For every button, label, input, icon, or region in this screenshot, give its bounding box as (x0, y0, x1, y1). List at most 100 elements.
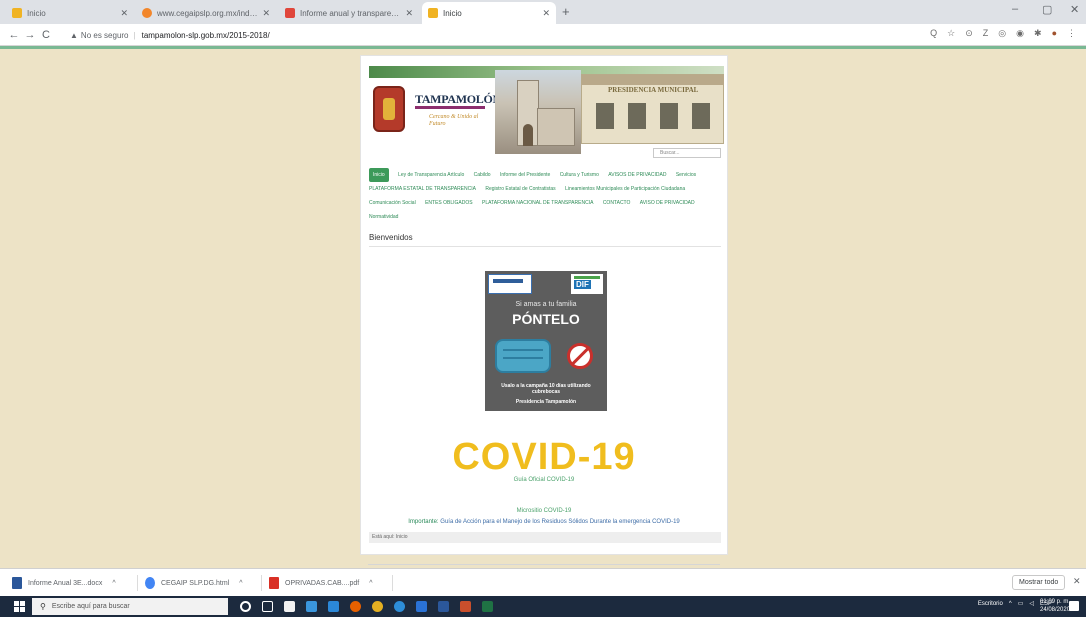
covid-banner-subtitle[interactable]: Guía Oficial COVID-19 (361, 477, 727, 483)
desktop-toolbar-label[interactable]: Escritorio (978, 601, 1003, 607)
nav-item-plataforma-estatal[interactable]: PLATAFORMA ESTATAL DE TRANSPARENCIA (369, 182, 476, 196)
poster-line-1: Si amas a tu familia (515, 301, 577, 308)
extension-dot-icon[interactable]: ◉ (1016, 28, 1024, 39)
mail-icon[interactable] (306, 601, 317, 612)
taskbar-search-input[interactable]: ⚲ Escribe aquí para buscar (32, 598, 228, 615)
close-window-button[interactable]: ✕ (1070, 3, 1079, 16)
chevron-up-icon[interactable]: ^ (239, 580, 242, 587)
nav-item-cabildo[interactable]: Cabildo (474, 168, 491, 182)
covid-banner-title[interactable]: COVID-19 (361, 436, 727, 479)
chevron-up-icon[interactable]: ^ (112, 580, 115, 587)
nav-item-aviso-privacidad[interactable]: AVISO DE PRIVACIDAD (640, 196, 695, 210)
campaign-poster[interactable]: DIF Si amas a tu familia PÓNTELO Usalo a… (485, 271, 607, 411)
download-item-informe[interactable]: Informe Anual 3E...docx ^ (12, 576, 116, 590)
tab-close-icon[interactable]: ✕ (405, 8, 413, 19)
cortana-icon[interactable] (240, 601, 251, 612)
system-clock[interactable]: 01:09 p. m. 24/08/2020 (1040, 598, 1070, 614)
menu-dots-icon[interactable]: ⋮ (1067, 28, 1076, 39)
nav-item-avisos[interactable]: AVISOS DE PRIVACIDAD (608, 168, 666, 182)
nav-item-normatividad[interactable]: Normatividad (369, 210, 398, 224)
tab-close-icon[interactable]: ✕ (542, 8, 550, 19)
tab-cegaip[interactable]: www.cegaipslp.org.mx/indicego ✕ (136, 2, 276, 24)
tab-label: Informe anual y transparencia (300, 8, 402, 18)
word-icon[interactable] (438, 601, 449, 612)
tab-inicio-1[interactable]: Inicio ✕ (6, 2, 134, 24)
close-downloads-icon[interactable]: ✕ (1073, 576, 1081, 587)
notification-icon[interactable] (1069, 601, 1079, 611)
edge-icon[interactable] (394, 601, 405, 612)
clock-date: 24/08/2020 (1040, 607, 1071, 613)
chevron-up-icon[interactable]: ^ (1009, 601, 1012, 607)
downloads-bar: Informe Anual 3E...docx ^ CEGAIP SLP.DG.… (0, 568, 1086, 596)
nav-item-plataforma-nacional[interactable]: PLATAFORMA NACIONAL DE TRANSPARENCIA (482, 196, 593, 210)
covid-microsite-link[interactable]: Micrositio COVID-19 (361, 508, 727, 514)
nav-item-lineamientos[interactable]: Lineamientos Municipales de Participació… (565, 182, 685, 196)
gmail-icon (285, 8, 295, 18)
guide-link[interactable]: Guía de Acción para el Manejo de los Res… (440, 519, 679, 525)
divider (369, 246, 721, 247)
breadcrumb: Está aquí: Inicio (369, 532, 721, 543)
brand-slogan: Cercano & Unido al Futuro (429, 114, 479, 127)
excel-icon[interactable] (482, 601, 493, 612)
download-item-cegaip[interactable]: CEGAIP SLP.DG.html ^ (145, 576, 243, 590)
task-view-icon[interactable] (262, 601, 273, 612)
back-arrow-icon[interactable]: ← (6, 29, 22, 41)
forward-arrow-icon[interactable]: → (22, 29, 38, 41)
nav-item-servicios[interactable]: Servicios (676, 168, 696, 182)
tab-inicio-active[interactable]: Inicio ✕ (422, 2, 556, 24)
address-bar[interactable]: ▲ No es seguro | tampamolon-slp.gob.mx/2… (70, 27, 920, 43)
tab-favicon-icon (142, 8, 152, 18)
nav-item-inicio[interactable]: Inicio (369, 168, 389, 182)
new-tab-button[interactable]: + (562, 4, 570, 19)
municipal-seal-logo (373, 86, 405, 132)
windows-taskbar: ⚲ Escribe aquí para buscar Escritorio ^ … (0, 596, 1086, 617)
footer-divider (368, 564, 720, 565)
nav-item-cultura[interactable]: Cultura y Turismo (560, 168, 599, 182)
download-item-oprivadas[interactable]: OPRIVADAS.CAB....pdf ^ (269, 576, 372, 590)
paint-icon[interactable] (460, 601, 471, 612)
dif-label: DIF (574, 280, 591, 289)
chevron-up-icon[interactable]: ^ (369, 580, 372, 587)
show-all-downloads-button[interactable]: Mostrar todo (1012, 575, 1066, 590)
window (628, 103, 646, 129)
tab-close-icon[interactable]: ✕ (262, 8, 270, 19)
store-icon[interactable] (284, 601, 295, 612)
url-text: tampamolon-slp.gob.mx/2015-2018/ (141, 30, 270, 40)
window (660, 103, 678, 129)
window (596, 103, 614, 129)
profile-avatar-icon[interactable]: ● (1052, 28, 1057, 39)
tab-informe[interactable]: Informe anual y transparencia ✕ (279, 2, 419, 24)
nav-item-ley-transparencia[interactable]: Ley de Transparencia Artículo (398, 168, 464, 182)
tab-close-icon[interactable]: ✕ (120, 8, 128, 19)
puzzle-icon[interactable]: ✱ (1034, 28, 1042, 39)
nav-item-informe[interactable]: Informe del Presidente (500, 168, 550, 182)
network-icon[interactable]: ▭ (1018, 600, 1024, 607)
maximize-button[interactable]: ▢ (1042, 3, 1052, 16)
zoom-icon[interactable]: Q (930, 28, 937, 39)
town-hall-photo: PRESIDENCIA MUNICIPAL (581, 74, 724, 144)
extension-icon[interactable]: ⊙ (965, 28, 973, 39)
site-container: TAMPAMOLÓN Cercano & Unido al Futuro PRE… (360, 55, 728, 555)
extension-circle-icon[interactable]: ◎ (998, 28, 1006, 39)
divider (137, 575, 138, 591)
brand-underline (415, 106, 485, 109)
guide-link-row[interactable]: Importante: Guía de Acción para el Manej… (361, 519, 727, 525)
chrome-icon[interactable] (372, 601, 383, 612)
tab-label: www.cegaipslp.org.mx/indicego (157, 8, 259, 18)
nav-item-comunicacion[interactable]: Comunicación Social (369, 196, 416, 210)
nav-item-registro[interactable]: Registro Estatal de Contratistas (485, 182, 555, 196)
volume-icon[interactable]: ◁ (1029, 600, 1034, 607)
file-explorer-icon[interactable] (328, 601, 339, 612)
windows-start-icon[interactable] (14, 601, 26, 612)
reload-icon[interactable]: C (38, 29, 54, 41)
firefox-icon[interactable] (350, 601, 361, 612)
download-filename: OPRIVADAS.CAB....pdf (285, 579, 360, 587)
minimize-button[interactable]: – (1012, 3, 1018, 15)
nav-item-contacto[interactable]: CONTACTO (603, 196, 631, 210)
photos-icon[interactable] (416, 601, 427, 612)
tab-label: Inicio (443, 8, 462, 18)
extension-z-icon[interactable]: Z (983, 28, 989, 39)
site-search-input[interactable]: Buscar... (653, 148, 721, 158)
nav-item-entes[interactable]: ENTES OBLIGADOS (425, 196, 473, 210)
bookmark-star-icon[interactable]: ☆ (947, 28, 955, 39)
